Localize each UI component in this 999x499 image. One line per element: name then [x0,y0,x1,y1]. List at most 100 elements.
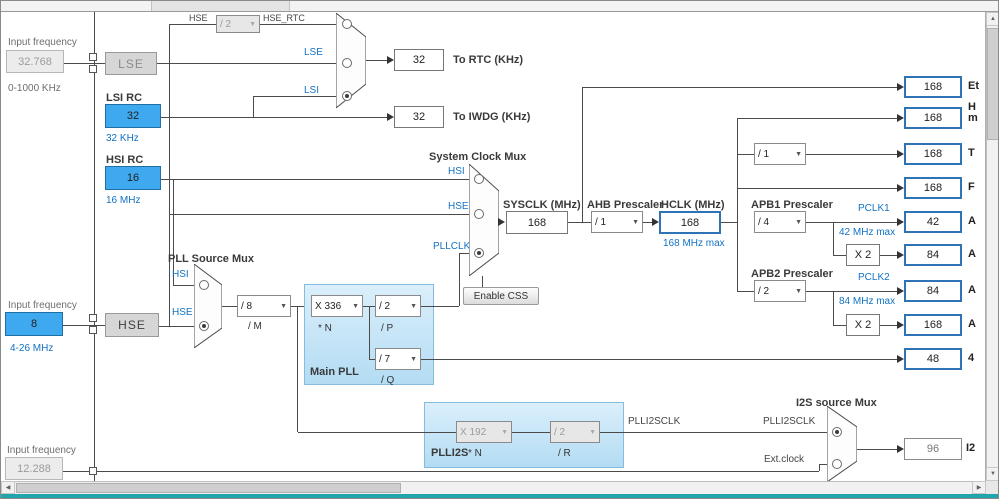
wire [568,222,591,223]
radio-sys-hsi[interactable] [474,174,484,184]
lse-oscillator-box: LSE [105,52,157,75]
scroll-left-icon: ◀ [5,485,11,491]
pin-connector [89,65,97,73]
radio-sys-pllclk[interactable] [474,248,484,258]
wire [819,464,820,471]
fclk-clock-label: F [968,181,975,193]
wire [159,326,194,327]
apb2-timer-multiplier-box: X 2 [846,314,880,336]
lsi-value-box[interactable]: 32 [105,104,161,128]
value: / 2 [379,300,391,312]
apb1-timer-multiplier-box: X 2 [846,244,880,266]
wire [260,24,336,25]
pll-m-label: / M [248,321,262,332]
ahb-prescaler-label: AHB Prescaler [587,199,664,211]
scroll-left-button[interactable]: ◀ [1,481,15,494]
lsi-rc-label: LSI RC [106,92,143,104]
clock-diagram-canvas[interactable]: Input frequency 32.768 0-1000 KHz LSE LS… [1,1,986,481]
main-pll-title: Main PLL [310,366,359,378]
apb2-periph-clock-label: A [968,284,976,296]
bottom-teal-bar [1,494,998,498]
apb2-prescaler-select[interactable]: / 2 ▼ [754,280,806,302]
wire [64,63,105,64]
wire [253,96,336,97]
pll-p-label: / P [381,323,394,334]
value: / 2 [220,18,232,30]
pclk2-value-box: 84 [904,280,962,302]
vertical-scrollbar-thumb[interactable] [987,28,998,140]
lsi-freq-label: 32 KHz [106,133,139,144]
pll-n-multiplier-select[interactable]: X 336 ▼ [311,295,363,317]
wire [880,255,897,256]
scroll-right-button[interactable]: ▶ [972,481,986,494]
wire [737,118,738,291]
pll-source-mux-shape [194,264,222,348]
wire [459,253,460,306]
ahb-prescaler-select[interactable]: / 1 ▼ [591,211,643,233]
ahb-bus-clock-label: H m [968,101,978,124]
pll-m-divider-select[interactable]: / 8 ▼ [237,295,291,317]
arrow [897,321,904,329]
arrow [387,56,394,64]
apb1-prescaler-select[interactable]: / 4 ▼ [754,211,806,233]
wire [161,179,469,180]
wire [161,117,387,118]
i2s-clock-label: I2 [966,442,976,454]
wire [857,449,897,450]
wire [833,222,834,255]
arrow [897,251,904,259]
lse-input-frequency-label: Input frequency [8,37,77,48]
clk48-value-box: 48 [904,348,962,370]
wire [721,222,737,223]
pin-connector [89,314,97,322]
wire [819,464,827,465]
radio-i2s-ext-clock[interactable] [832,459,842,469]
radio-pll-hse[interactable] [199,321,209,331]
wire [222,306,237,307]
arrow [652,218,659,226]
radio-rtc-lse[interactable] [342,58,352,68]
i2s-input-frequency-label: Input frequency [7,445,76,456]
pllmux-hse-label: HSE [172,307,193,318]
pin-connector [89,326,97,334]
enable-css-button[interactable]: Enable CSS [463,287,539,305]
clock-configuration-window: Input frequency 32.768 0-1000 KHz LSE LS… [0,0,999,499]
wire [297,306,298,432]
radio-rtc-lsi[interactable] [342,91,352,101]
system-clock-mux-title: System Clock Mux [429,151,527,163]
clk48-label: 4 [968,352,975,364]
sysclk-label: SYSCLK (MHz) [503,199,581,211]
radio-rtc-hse[interactable] [342,19,352,29]
radio-i2s-plli2sclk[interactable] [832,427,842,437]
pll-q-divider-select[interactable]: / 7 ▼ [375,348,421,370]
arrow [897,150,904,158]
apb2-timer-clock-label: A [968,318,976,330]
tab-edge[interactable] [151,1,290,11]
hse-rtc-divider-select: / 2 ▼ [216,15,260,33]
hsi-rc-label: HSI RC [106,154,144,166]
scroll-down-icon: ▼ [990,471,996,477]
apb2-timer-clock-box: 168 [904,314,962,336]
hse-input-frequency-field[interactable]: 8 [5,312,63,336]
sysclk-value-box: 168 [506,211,568,234]
scroll-up-button[interactable]: ▲ [986,12,998,26]
cortex-timer-divider-select[interactable]: / 1 ▼ [754,143,806,165]
lsi-wire-label: LSI [304,85,320,96]
arrow [498,218,505,226]
value: / 2 [554,426,566,438]
arrow [897,287,904,295]
clipped-tab-bar [1,1,998,12]
hsi-value-box[interactable]: 16 [105,166,161,190]
pll-p-divider-select[interactable]: / 2 ▼ [375,295,421,317]
fclk-clock-box: 168 [904,177,962,199]
radio-pll-hsi[interactable] [199,280,209,290]
hse-top-label: HSE [189,13,208,23]
wire [298,432,456,433]
radio-sys-hse[interactable] [474,209,484,219]
horizontal-scrollbar-thumb[interactable] [16,483,401,493]
sysmux-hsi-label: HSI [448,166,465,177]
i2s-input-frequency-field: 12.288 [5,457,63,480]
chevron-down-icon: ▼ [410,355,417,363]
iwdg-clock-box: 32 [394,106,444,128]
scroll-down-button[interactable]: ▼ [986,467,998,481]
